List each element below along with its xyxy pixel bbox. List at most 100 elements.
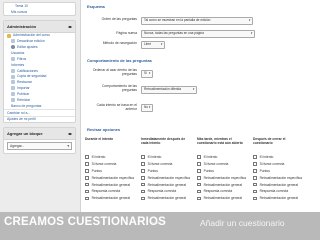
admin-item-label: Informes <box>11 62 25 67</box>
review-checkbox[interactable] <box>141 169 145 173</box>
review-option: El intento <box>197 155 249 162</box>
review-option-label: Respuesta correcta <box>203 189 233 194</box>
review-option-label: Puntos <box>91 168 102 173</box>
order-select[interactable]: Tal como se muestran en la pantalla de e… <box>141 17 253 25</box>
review-checkbox[interactable] <box>85 182 89 187</box>
admin-item[interactable]: Cambiar rol a... <box>4 108 75 116</box>
admin-block-title: Administración <box>7 23 37 29</box>
review-option: Retroalimentación general <box>253 183 305 190</box>
admin-item-label: Calificaciones <box>17 68 38 73</box>
review-checkbox[interactable] <box>253 189 257 194</box>
gear-icon <box>11 45 15 50</box>
section-layout[interactable]: Esquema <box>87 4 105 9</box>
review-checkbox[interactable] <box>253 176 257 180</box>
review-checkbox[interactable] <box>85 196 89 201</box>
review-checkbox[interactable] <box>253 169 257 173</box>
publish-icon <box>11 92 15 97</box>
review-option-label: Retroalimentación general <box>147 196 187 201</box>
review-checkbox[interactable] <box>141 196 145 201</box>
navigation-method-label: Método de navegación <box>102 41 137 45</box>
admin-item-label: Editar ajustes <box>17 45 38 50</box>
review-checkbox[interactable] <box>253 182 257 187</box>
restore-icon <box>11 80 15 85</box>
admin-item-label: Administración del curso <box>13 33 50 38</box>
admin-item-label: Copia de seguridad <box>17 74 47 79</box>
review-option: Retroalimentación general <box>141 196 193 203</box>
review-option-label: El intento <box>147 155 162 159</box>
review-option-label: Retroalimentación general <box>259 182 299 187</box>
section-behaviour[interactable]: Comportamiento de las preguntas <box>87 58 152 63</box>
review-checkbox[interactable] <box>85 162 89 166</box>
review-checkbox[interactable] <box>197 162 201 166</box>
add-block-header: Agregar un bloque ◂▸ <box>4 128 75 141</box>
review-option-label: Retroalimentación general <box>91 182 131 187</box>
review-column-header: Durante el intento <box>85 137 114 141</box>
review-option-label: El intento <box>203 155 218 159</box>
add-block-select[interactable]: Agregar... <box>7 142 72 151</box>
review-checkbox[interactable] <box>85 169 89 173</box>
review-option: Retroalimentación general <box>85 196 137 203</box>
review-option-label: Retroalimentación específica <box>259 175 302 180</box>
review-option: Respuesta correcta <box>141 189 193 196</box>
section-review-options[interactable]: Revisar opciones <box>87 127 120 132</box>
review-option-label: Si fuese correcta <box>259 161 285 166</box>
review-column: Inmediatamente después de cada intento El… <box>141 137 193 203</box>
review-option: Retroalimentación general <box>253 196 305 203</box>
grades-icon <box>11 68 15 73</box>
review-option: Retroalimentación específica <box>197 176 249 183</box>
import-icon <box>11 86 15 91</box>
review-checkbox[interactable] <box>253 162 257 166</box>
review-checkbox[interactable] <box>85 155 89 159</box>
review-checkbox[interactable] <box>141 155 145 159</box>
review-checkbox[interactable] <box>141 189 145 194</box>
navigation-block: Tema 10 Mis cursos <box>3 2 76 16</box>
navigation-method-select[interactable]: Libre <box>141 41 165 49</box>
review-checkbox[interactable] <box>141 162 145 166</box>
review-checkbox[interactable] <box>197 189 201 194</box>
review-option-label: Respuesta correcta <box>259 189 289 194</box>
review-option: Respuesta correcta <box>253 189 305 196</box>
review-checkbox[interactable] <box>197 182 201 187</box>
review-option-label: El intento <box>259 155 274 159</box>
review-option-label: Retroalimentación general <box>203 196 243 201</box>
review-checkbox[interactable] <box>85 189 89 194</box>
admin-item-label: Restaurar <box>17 80 32 85</box>
review-option: Si fuese correcta <box>85 162 137 169</box>
admin-item-label: Cambiar rol a... <box>7 110 31 115</box>
admin-item-label: Usuarios <box>11 51 25 56</box>
block-controls-icon[interactable]: ◂▸ <box>68 131 72 136</box>
review-option-label: Puntos <box>259 168 270 173</box>
shuffle-select[interactable]: Sí <box>141 70 153 78</box>
moodle-page: Tema 10 Mis cursos Administración ◂▸ Adm… <box>0 0 320 212</box>
review-checkbox[interactable] <box>197 196 201 201</box>
review-option: Respuesta correcta <box>85 189 137 196</box>
review-checkbox[interactable] <box>85 176 89 180</box>
footer-subtitle: Añadir un cuestionario <box>200 218 285 228</box>
review-checkbox[interactable] <box>197 155 201 159</box>
review-option-label: Retroalimentación general <box>91 196 131 201</box>
review-column-header: Después de cerrar el cuestionario <box>253 137 286 145</box>
review-option-label: Retroalimentación general <box>203 182 243 187</box>
review-checkbox[interactable] <box>141 182 145 187</box>
review-option: Retroalimentación específica <box>85 176 137 183</box>
block-controls-icon[interactable]: ◂▸ <box>68 24 72 29</box>
review-option: Puntos <box>85 169 137 176</box>
review-option: Si fuese correcta <box>141 162 193 169</box>
behaviour-select[interactable]: Retroalimentación diferida <box>141 86 197 94</box>
admin-item-label: Ajustes de mi perfil <box>7 117 36 122</box>
review-option: El intento <box>85 155 137 162</box>
review-checkbox[interactable] <box>141 176 145 180</box>
admin-item-label: Importar <box>17 86 30 91</box>
footer-stamp: sctdts <box>152 221 162 225</box>
review-checkbox[interactable] <box>197 169 201 173</box>
review-checkbox[interactable] <box>253 155 257 159</box>
new-page-select[interactable]: Nunca, todas las preguntas en una página <box>141 30 255 38</box>
review-column-header: Más tarde, mientras el cuestionario está… <box>197 137 243 145</box>
nav-item-mis-cursos[interactable]: Mis cursos <box>4 9 75 15</box>
review-checkbox[interactable] <box>197 176 201 180</box>
filter-icon <box>11 57 15 62</box>
review-option: Puntos <box>253 169 305 176</box>
each-attempt-select[interactable]: No <box>141 104 153 112</box>
review-checkbox[interactable] <box>253 196 257 201</box>
admin-item[interactable]: Ajustes de mi perfil <box>4 115 75 123</box>
